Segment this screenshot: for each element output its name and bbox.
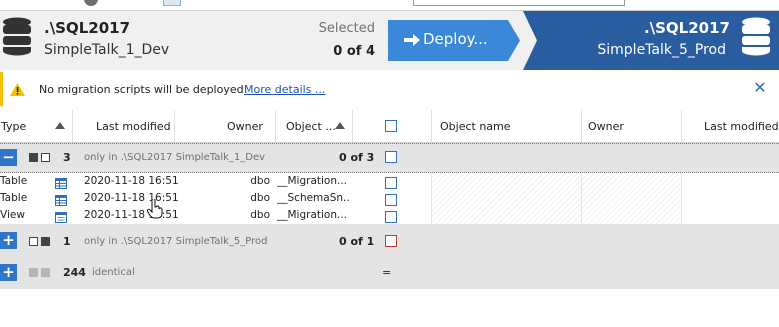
- column-target-object-name[interactable]: Object name: [440, 120, 511, 133]
- row-checkbox[interactable]: [385, 194, 397, 206]
- row-owner: dbo: [250, 192, 270, 204]
- row-owner: dbo: [250, 175, 270, 187]
- arrow-right-icon: [404, 34, 420, 46]
- group-label: only in .\SQL2017 SimpleTalk_5_Prod: [84, 236, 268, 247]
- row-type: Table: [0, 175, 28, 187]
- row-modified: 2020-11-18 16:51: [84, 192, 179, 204]
- close-icon[interactable]: ✕: [752, 80, 768, 96]
- select-all-checkbox[interactable]: [385, 120, 397, 132]
- table-row[interactable]: Table 2020-11-18 16:51 dbo __Migration..…: [0, 175, 779, 192]
- view-icon: [55, 212, 67, 223]
- database-icon: [742, 17, 770, 56]
- row-modified: 2020-11-18 16:51: [84, 209, 179, 221]
- top-strip: [0, 0, 779, 11]
- target-database: SimpleTalk_5_Prod: [597, 42, 726, 58]
- group-label: only in .\SQL2017 SimpleTalk_1_Dev: [84, 152, 266, 163]
- source-square-icon: [29, 153, 38, 162]
- source-square-icon: [29, 268, 38, 277]
- selected-count: 0 of 4: [333, 44, 375, 59]
- table-icon: [55, 195, 67, 206]
- table-icon: [55, 178, 67, 189]
- group-equal-sign: =: [382, 266, 392, 279]
- row-name: __Migration...: [277, 209, 348, 221]
- source-square-icon: [29, 237, 38, 246]
- group-count: 3: [63, 151, 71, 164]
- warning-icon: [10, 83, 25, 96]
- group-count: 1: [63, 235, 71, 248]
- source-database: SimpleTalk_1_Dev: [44, 42, 170, 58]
- deploy-label: Deploy...: [423, 30, 488, 48]
- row-type: View: [0, 209, 25, 221]
- row-owner: dbo: [250, 209, 270, 221]
- search-input[interactable]: [413, 0, 625, 6]
- target-server: .\SQL2017: [643, 19, 730, 37]
- group-checkbox[interactable]: [385, 235, 397, 247]
- row-checkbox[interactable]: [385, 177, 397, 189]
- target-square-icon: [41, 268, 50, 277]
- column-last-modified[interactable]: Last modified: [96, 120, 171, 133]
- hand-cursor-icon: [147, 199, 163, 219]
- more-details-link[interactable]: More details ...: [244, 83, 325, 96]
- target-square-icon: [41, 237, 50, 246]
- row-modified: 2020-11-18 16:51: [84, 175, 179, 187]
- source-server: .\SQL2017: [44, 19, 131, 37]
- group-count: 244: [63, 266, 86, 279]
- selected-label: Selected: [318, 21, 375, 36]
- group-checkbox[interactable]: [385, 151, 397, 163]
- warning-message: No migration scripts will be deployed: [39, 83, 244, 96]
- database-icon: [3, 17, 31, 56]
- column-type[interactable]: Type: [1, 120, 26, 133]
- column-object-name[interactable]: Object ...: [286, 120, 336, 133]
- row-name: __SchemaSn...: [277, 192, 350, 204]
- group-label: identical: [92, 267, 135, 278]
- column-target-owner[interactable]: Owner: [588, 120, 624, 133]
- table-row[interactable]: Table 2020-11-18 16:51 dbo __SchemaSn...: [0, 192, 779, 209]
- target-square-icon: [41, 153, 50, 162]
- row-checkbox[interactable]: [385, 211, 397, 223]
- collapse-icon[interactable]: −: [0, 149, 17, 166]
- column-target-last-modified[interactable]: Last modified: [704, 120, 779, 133]
- group-selected: 0 of 1: [339, 235, 375, 248]
- row-name: __Migration...: [277, 175, 348, 187]
- expand-icon[interactable]: +: [0, 264, 17, 281]
- expand-icon[interactable]: +: [0, 232, 17, 249]
- sort-ascending-icon: [335, 122, 345, 129]
- toolbar-tab[interactable]: [163, 0, 181, 6]
- column-owner[interactable]: Owner: [227, 120, 263, 133]
- row-type: Table: [0, 192, 28, 204]
- sort-ascending-icon: [55, 122, 65, 129]
- group-selected: 0 of 3: [339, 151, 375, 164]
